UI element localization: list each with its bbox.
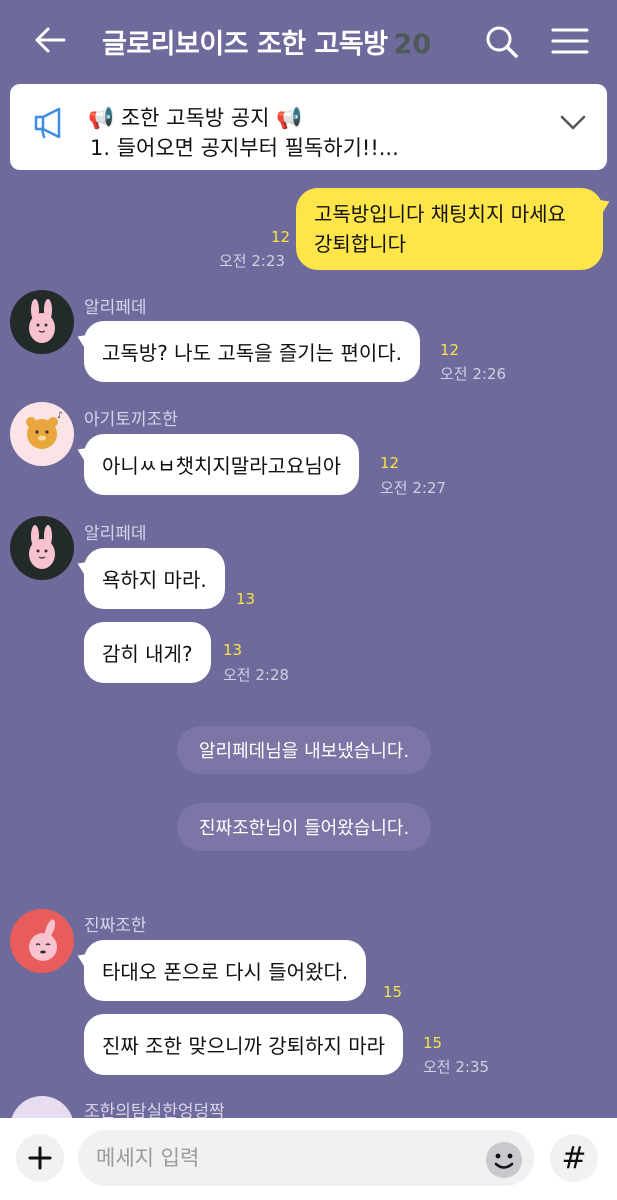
chat-title: 글로리보이즈 조한 고독방 — [102, 29, 388, 60]
message-bubble[interactable]: 고독방? 나도 고독을 즐기는 편이다. — [84, 321, 421, 382]
message-input[interactable] — [78, 1130, 534, 1186]
message-text-line: 강퇴합니다 — [314, 232, 406, 256]
unread-count: 15 — [423, 1034, 443, 1052]
unread-count: 13 — [223, 641, 243, 659]
search-icon[interactable] — [480, 20, 524, 64]
hashtag-label: # — [561, 1140, 587, 1176]
message-bubble[interactable]: 욕하지 마라. — [84, 548, 225, 609]
system-message-text: 진짜조한님이 들어왔습니다. — [199, 818, 410, 839]
system-message: 진짜조한님이 들어왔습니다. — [177, 803, 432, 851]
back-arrow-icon[interactable] — [28, 20, 72, 60]
unread-count: 12 — [271, 228, 291, 246]
chat-title-group: 글로리보이즈 조한 고독방 20 — [102, 22, 431, 62]
message-text: 진짜 조한 맞으니까 강퇴하지 마라 — [102, 1034, 386, 1058]
sender-name: 알리페데 — [84, 524, 147, 544]
message-text: 아니ㅆㅂ챗치지말라고요님아 — [102, 454, 342, 478]
unread-count: 15 — [383, 983, 403, 1001]
emoji-icon[interactable] — [484, 1140, 524, 1180]
message-bubble[interactable]: 감히 내게? — [84, 622, 211, 683]
message-time: 오전 2:35 — [423, 1058, 490, 1076]
notice-title: 📢 조한 고독방 공지 📢 — [88, 106, 303, 130]
message-input-bar: # — [0, 1118, 617, 1200]
unread-count: 12 — [440, 341, 460, 359]
megaphone-icon — [32, 106, 72, 140]
system-message-text: 알리페데님을 내보냈습니다. — [199, 741, 410, 762]
plus-icon[interactable] — [16, 1134, 64, 1182]
message-text-line: 고독방입니다 채팅치지 마세요 — [314, 202, 566, 226]
message-text: 욕하지 마라. — [102, 568, 207, 592]
message-time: 오전 2:23 — [219, 252, 286, 270]
member-count: 20 — [393, 29, 432, 60]
avatar[interactable] — [10, 516, 74, 580]
chevron-down-icon[interactable] — [559, 110, 587, 134]
message-text: 감히 내게? — [102, 642, 193, 666]
message-bubble[interactable]: 진짜 조한 맞으니까 강퇴하지 마라 — [84, 1014, 404, 1075]
my-message-bubble[interactable]: 고독방입니다 채팅치지 마세요 강퇴합니다 — [296, 188, 603, 270]
menu-icon[interactable] — [548, 20, 592, 64]
chat-header: 글로리보이즈 조한 고독방 20 — [0, 0, 617, 80]
message-bubble[interactable]: 타대오 폰으로 다시 들어왔다. — [84, 940, 367, 1001]
unread-count: 13 — [236, 590, 256, 608]
message-time: 오전 2:26 — [440, 365, 507, 383]
sender-name: 알리페데 — [84, 298, 147, 318]
sender-name: 아기토끼조한 — [84, 410, 178, 430]
svg-text:♪: ♪ — [57, 411, 63, 421]
avatar[interactable]: ♪ — [10, 402, 74, 466]
message-time: 오전 2:28 — [223, 666, 290, 684]
notice-banner[interactable]: 📢 조한 고독방 공지 📢 1. 들어오면 공지부터 필독하기!!... — [10, 84, 607, 170]
message-time: 오전 2:27 — [380, 479, 447, 497]
notice-body: 1. 들어오면 공지부터 필독하기!!... — [90, 136, 399, 160]
message-text: 타대오 폰으로 다시 들어왔다. — [102, 960, 349, 984]
unread-count: 12 — [380, 454, 400, 472]
system-message: 알리페데님을 내보냈습니다. — [177, 726, 432, 774]
hashtag-button[interactable]: # — [550, 1134, 598, 1182]
message-text: 고독방? 나도 고독을 즐기는 편이다. — [102, 341, 403, 365]
avatar[interactable] — [10, 290, 74, 354]
message-bubble[interactable]: 아니ㅆㅂ챗치지말라고요님아 — [84, 434, 360, 495]
sender-name: 진짜조한 — [84, 916, 147, 936]
avatar[interactable] — [10, 909, 74, 973]
